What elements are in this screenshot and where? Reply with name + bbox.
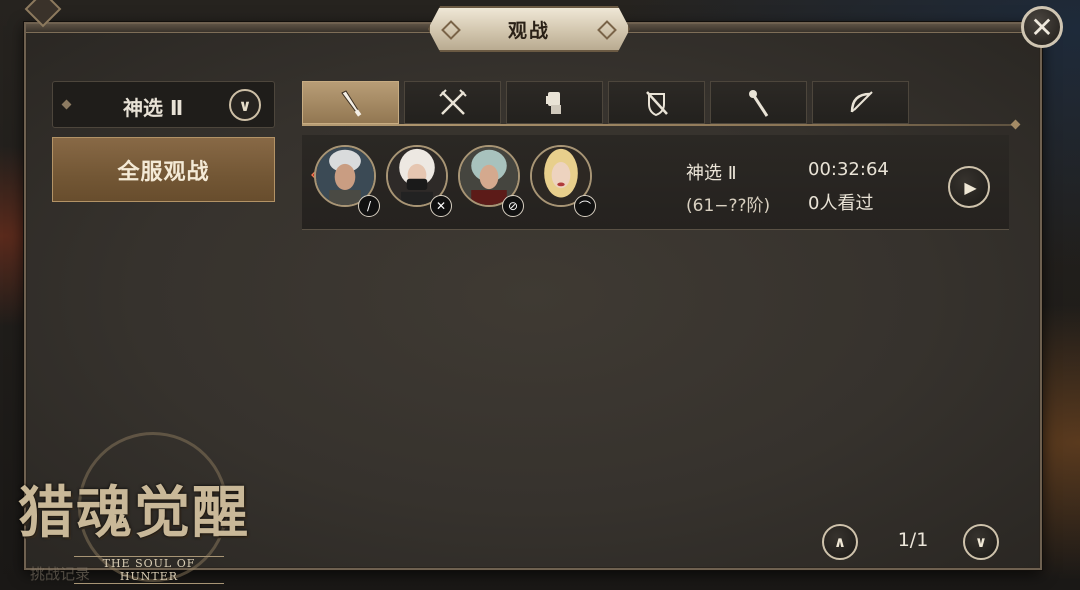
game-logo: 猎魂觉醒 <box>18 480 250 546</box>
page-down-button[interactable]: ∨ <box>963 524 999 560</box>
match-server: 神选 Ⅱ <box>686 163 737 184</box>
bow-icon: ⌒ <box>574 195 596 217</box>
match-level-range: (61−??阶) <box>686 196 771 216</box>
title-plate: 观战 <box>428 6 630 52</box>
page-up-button[interactable]: ∧ <box>822 524 858 560</box>
dagger-icon <box>340 89 361 117</box>
shield-sword-icon: ⊘ <box>502 195 524 217</box>
all-server-spectate-label: 全服观战 <box>117 159 210 185</box>
play-button[interactable]: ▶ <box>948 166 990 208</box>
server-dropdown-label: 神选 Ⅱ <box>123 96 184 120</box>
tab-crossed-swords[interactable] <box>404 81 501 124</box>
tab-bow[interactable] <box>812 81 909 124</box>
crossed-swords-icon <box>438 88 467 115</box>
page-title: 观战 <box>507 19 550 42</box>
tab-staff[interactable] <box>710 81 807 124</box>
tab-divider <box>302 124 1015 126</box>
chevron-down-icon[interactable]: ∨ <box>229 89 261 121</box>
tab-dagger[interactable] <box>302 81 399 124</box>
title-ornament-right <box>597 20 617 40</box>
shield-sword-icon <box>645 90 668 116</box>
chevron-up-icon: ∧ <box>833 533 847 551</box>
chevron-down-icon: ∨ <box>974 533 988 551</box>
all-server-spectate-button[interactable]: 全服观战 <box>52 137 275 202</box>
match-row[interactable]: / ✕ ⊘ ⌒ 神选 Ⅱ (61−??阶) 00:32:64 0人看过 ▶ <box>302 135 1009 230</box>
crossed-swords-icon: ✕ <box>430 195 452 217</box>
server-dropdown[interactable]: 神选 Ⅱ ∨ <box>52 81 275 128</box>
match-viewers: 0人看过 <box>808 193 874 214</box>
game-logo-subtitle: THE SOUL OF HUNTER <box>74 556 224 584</box>
play-icon: ▶ <box>964 177 977 197</box>
dagger-icon: / <box>358 195 380 217</box>
diamond-icon <box>61 99 72 110</box>
page-indicator: 1/1 <box>897 529 929 551</box>
match-time: 00:32:64 <box>808 159 889 180</box>
tab-gauntlet[interactable] <box>506 81 603 124</box>
close-button[interactable]: ✕ <box>1021 6 1063 48</box>
staff-icon <box>748 89 768 117</box>
tab-shield-sword[interactable] <box>608 81 705 124</box>
gauntlet-icon <box>545 91 561 114</box>
bow-icon <box>850 90 873 112</box>
close-icon: ✕ <box>1030 10 1054 44</box>
title-ornament-left <box>441 20 461 40</box>
